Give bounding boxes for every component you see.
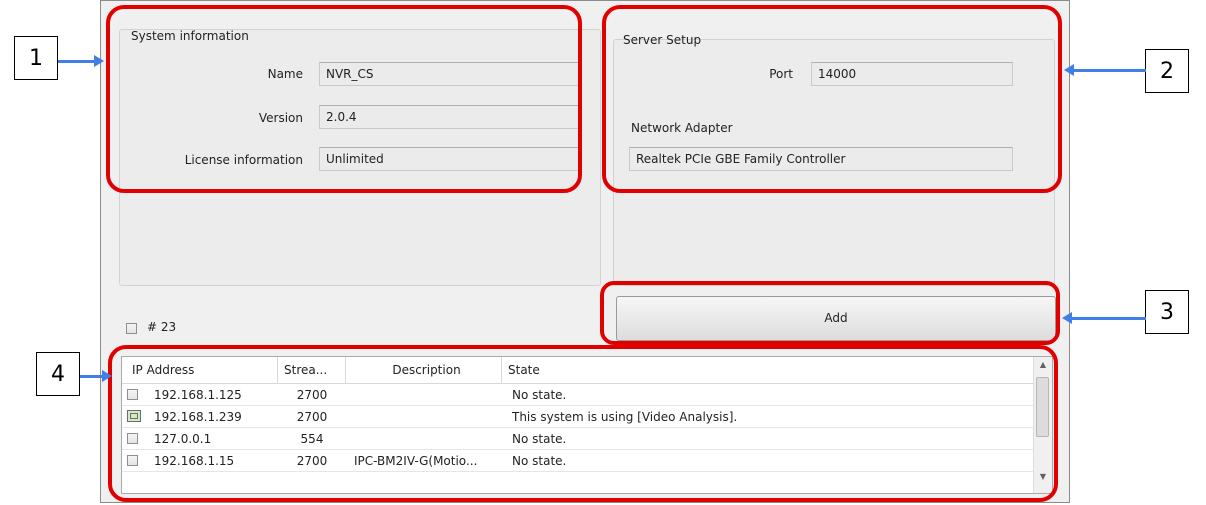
annotation-highlight-system-information: [106, 5, 582, 193]
callout-2: 2: [1145, 49, 1189, 93]
callout-4: 4: [36, 352, 80, 396]
callout-2-arrowhead-icon: [1064, 64, 1074, 76]
callout-1-arrow: [58, 60, 96, 63]
callout-1-arrowhead-icon: [94, 55, 104, 67]
select-all-checkbox[interactable]: [126, 323, 137, 334]
callout-4-arrowhead-icon: [102, 370, 112, 382]
callout-3-arrowhead-icon: [1062, 312, 1072, 324]
annotation-highlight-server-setup: [602, 5, 1062, 193]
callout-1: 1: [14, 36, 58, 80]
callout-2-arrow: [1072, 69, 1146, 72]
select-all-count: # 23: [147, 320, 177, 334]
annotation-highlight-add-button: [600, 281, 1060, 345]
annotation-highlight-device-table: [108, 345, 1058, 502]
callout-3: 3: [1145, 290, 1189, 334]
callout-3-arrow: [1070, 317, 1146, 320]
callout-4-arrow: [80, 375, 104, 378]
